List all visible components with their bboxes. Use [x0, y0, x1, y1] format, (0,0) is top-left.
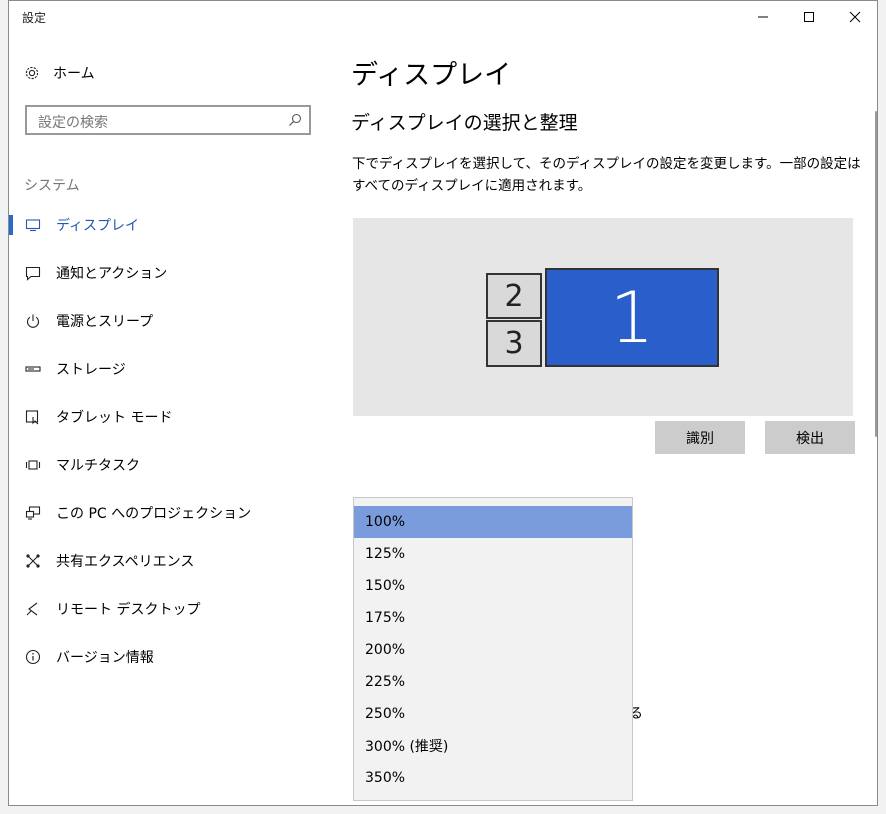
- option-label: 125%: [365, 546, 406, 562]
- search-placeholder: 設定の検索: [38, 115, 108, 131]
- monitor-icon: [25, 219, 41, 232]
- notification-icon: [25, 266, 41, 281]
- option-label: 150%: [365, 578, 406, 594]
- scale-option-125[interactable]: 125%: [354, 538, 632, 570]
- sidebar-item-label: タブレット モード: [56, 410, 173, 426]
- scale-option-350[interactable]: 350%: [354, 762, 632, 794]
- home-label: ホーム: [53, 66, 95, 82]
- tablet-icon: [25, 410, 39, 425]
- scrollbar[interactable]: [875, 111, 877, 437]
- scale-option-150[interactable]: 150%: [354, 570, 632, 602]
- minimize-button[interactable]: [740, 1, 786, 33]
- title-bar: 設定: [9, 1, 877, 33]
- gear-icon: [25, 66, 39, 80]
- search-input[interactable]: 設定の検索: [25, 105, 311, 135]
- option-label: 350%: [365, 770, 406, 786]
- sidebar-item-label: リモート デスクトップ: [56, 602, 201, 618]
- scale-option-175[interactable]: 175%: [354, 602, 632, 634]
- sidebar-item-label: ディスプレイ: [56, 218, 140, 234]
- multitask-icon: [25, 460, 41, 470]
- option-label: 250%: [365, 706, 406, 722]
- search-icon: [289, 113, 302, 126]
- sidebar-item-power-sleep[interactable]: 電源とスリープ: [9, 301, 329, 341]
- sidebar-item-notifications[interactable]: 通知とアクション: [9, 253, 329, 293]
- monitor-2-label: 2: [504, 278, 524, 314]
- sidebar-item-projection[interactable]: この PC へのプロジェクション: [9, 493, 329, 533]
- sidebar-item-remote-desktop[interactable]: リモート デスクトップ: [9, 589, 329, 629]
- window-title: 設定: [22, 11, 47, 25]
- scale-option-250[interactable]: 250%: [354, 698, 632, 730]
- info-icon: [25, 649, 41, 665]
- maximize-button[interactable]: [786, 1, 832, 33]
- option-label: 100%: [365, 514, 406, 530]
- option-label: 225%: [365, 674, 406, 690]
- page-title: ディスプレイ: [351, 60, 512, 91]
- scale-option-100[interactable]: 100%: [354, 506, 632, 538]
- close-icon: [849, 11, 861, 23]
- sidebar-item-display[interactable]: ディスプレイ: [9, 205, 329, 245]
- close-button[interactable]: [832, 1, 877, 33]
- power-icon: [26, 314, 40, 328]
- scale-option-300-recommended[interactable]: 300% (推奨): [354, 730, 632, 762]
- maximize-icon: [804, 12, 814, 22]
- sidebar-item-label: この PC へのプロジェクション: [56, 506, 252, 522]
- sidebar-item-label: 共有エクスペリエンス: [56, 554, 195, 570]
- projection-icon: [25, 506, 41, 520]
- sidebar-item-storage[interactable]: ストレージ: [9, 349, 329, 389]
- option-label: 200%: [365, 642, 406, 658]
- minimize-icon: [758, 16, 768, 18]
- monitor-1[interactable]: 1: [545, 268, 719, 367]
- storage-icon: [25, 366, 41, 372]
- identify-button[interactable]: 識別: [655, 421, 745, 454]
- sidebar-item-label: バージョン情報: [56, 650, 154, 666]
- settings-window: 設定 ホーム 設定の検索 システム ディスプレイ 通知とアクション 電源とスリー…: [8, 0, 878, 806]
- scale-option-200[interactable]: 200%: [354, 634, 632, 666]
- scale-option-225[interactable]: 225%: [354, 666, 632, 698]
- sidebar-item-tablet-mode[interactable]: タブレット モード: [9, 397, 329, 437]
- shared-experience-icon: [26, 554, 40, 568]
- sidebar-item-multitasking[interactable]: マルチタスク: [9, 445, 329, 485]
- section-subtitle: ディスプレイの選択と整理: [351, 112, 578, 134]
- option-label: 300% (推奨): [365, 739, 449, 755]
- display-arrangement-area: 2 3 1: [353, 218, 853, 416]
- monitor-3-label: 3: [504, 326, 524, 361]
- sidebar-item-about[interactable]: バージョン情報: [9, 637, 329, 677]
- active-indicator: [9, 215, 13, 235]
- home-nav-item[interactable]: ホーム: [24, 61, 95, 85]
- section-heading-system: システム: [24, 178, 80, 194]
- detect-button[interactable]: 検出: [765, 421, 855, 454]
- description-text: 下でディスプレイを選択して、そのディスプレイの設定を変更します。一部の設定はすべ…: [352, 156, 861, 194]
- option-label: 175%: [365, 610, 406, 626]
- scale-dropdown-list[interactable]: 100% 125% 150% 175% 200% 225% 250% 300% …: [353, 497, 633, 801]
- sidebar-item-label: 電源とスリープ: [56, 314, 154, 330]
- sidebar-item-label: ストレージ: [56, 362, 126, 378]
- sidebar-item-label: マルチタスク: [56, 458, 140, 474]
- monitor-3[interactable]: 3: [486, 320, 542, 367]
- monitor-2[interactable]: 2: [486, 273, 542, 319]
- sidebar-item-label: 通知とアクション: [56, 266, 168, 282]
- remote-desktop-icon: [26, 602, 38, 616]
- sidebar-item-shared-experiences[interactable]: 共有エクスペリエンス: [9, 541, 329, 581]
- monitor-1-label: 1: [609, 276, 655, 359]
